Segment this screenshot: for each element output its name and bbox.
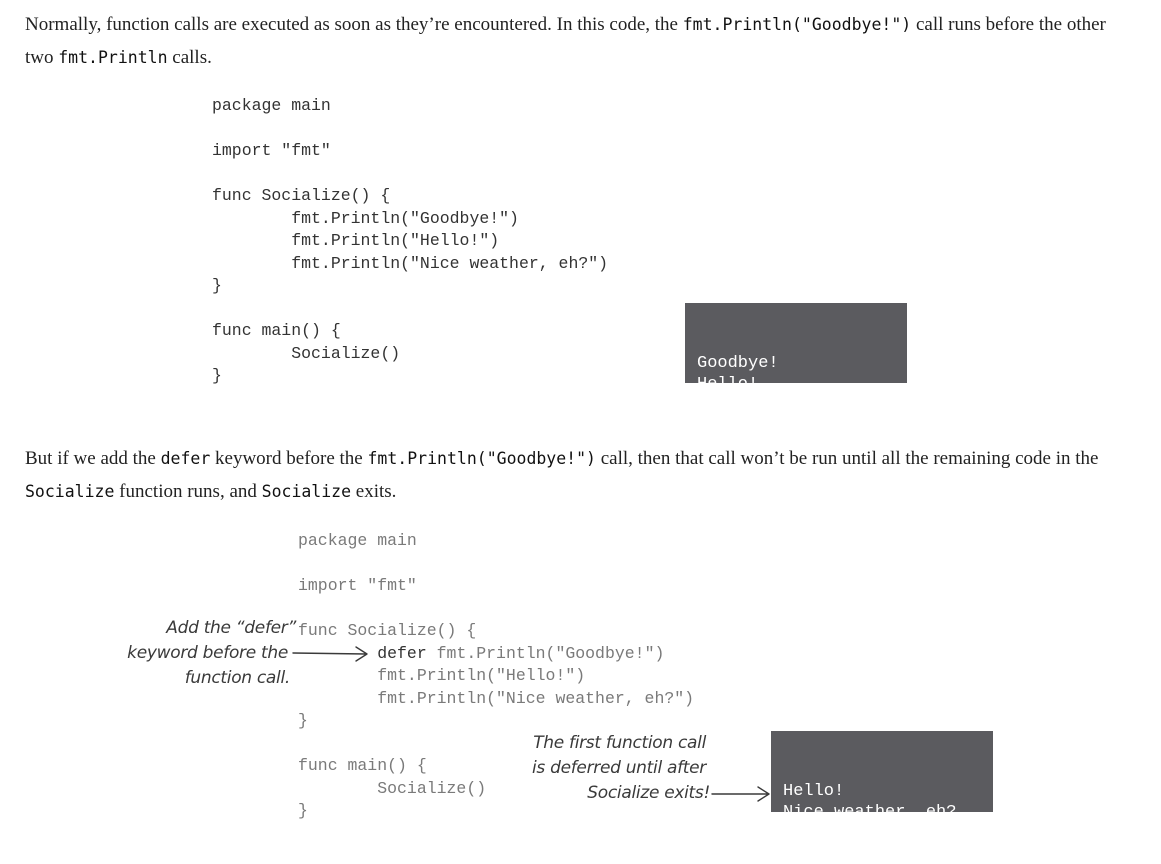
arrow-to-defer bbox=[292, 646, 368, 662]
arrow-to-output bbox=[711, 786, 770, 802]
annotation-arrows bbox=[292, 646, 770, 802]
